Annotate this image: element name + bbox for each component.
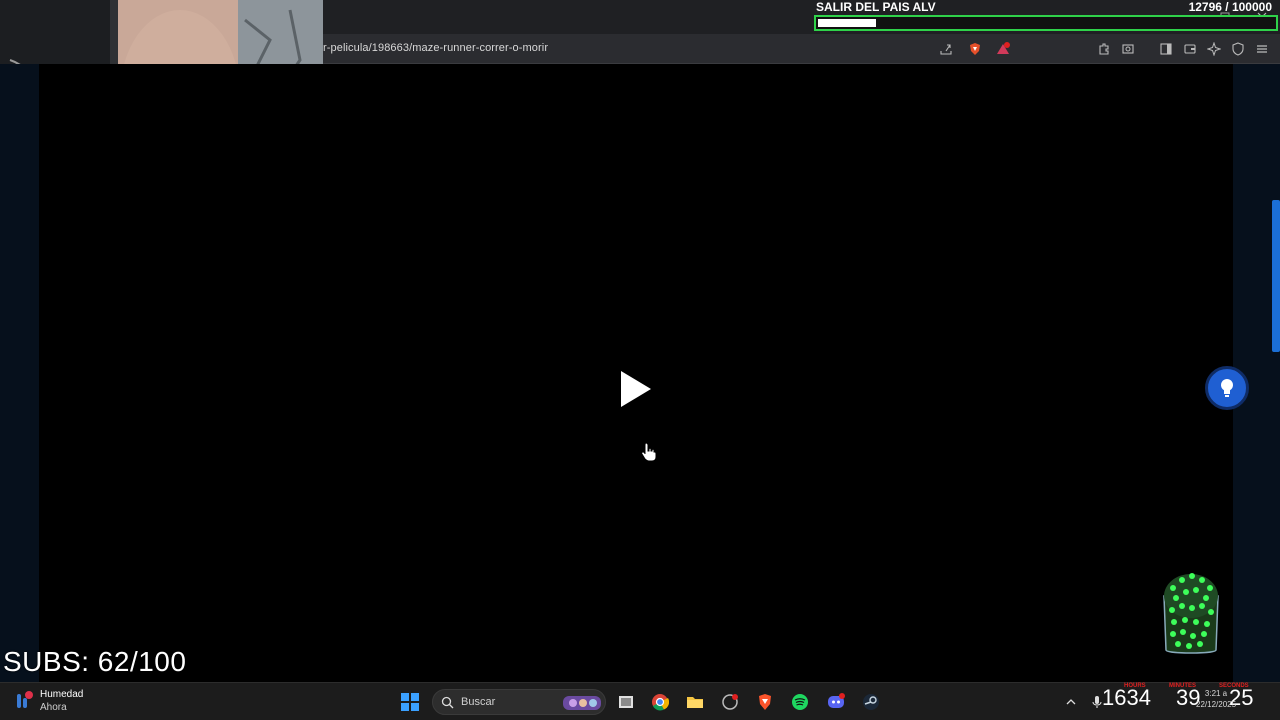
goal-progress-bar bbox=[814, 15, 1278, 31]
taskbar-search[interactable]: Buscar bbox=[432, 689, 606, 715]
weather-subtitle: Ahora bbox=[40, 702, 67, 713]
leo-ai-icon[interactable] bbox=[1205, 40, 1223, 58]
clock-time: 3:21 a bbox=[1204, 689, 1228, 698]
app-with-notification-icon[interactable] bbox=[719, 691, 741, 713]
sidebar-icon[interactable] bbox=[1157, 40, 1175, 58]
share-icon[interactable] bbox=[937, 40, 955, 58]
wallet-icon[interactable] bbox=[1181, 40, 1199, 58]
page-left-margin bbox=[0, 64, 39, 682]
goal-widget: SALIR DEL PAIS ALV 12796 / 100000 bbox=[812, 0, 1280, 32]
chrome-icon[interactable] bbox=[649, 691, 671, 713]
discord-icon[interactable] bbox=[825, 691, 847, 713]
scrollbar-thumb[interactable] bbox=[1272, 200, 1280, 352]
goal-count: 12796 / 100000 bbox=[1189, 0, 1272, 14]
system-clock[interactable]: 3:21 a 22/12/2025 bbox=[1196, 688, 1236, 710]
spotify-icon[interactable] bbox=[789, 691, 811, 713]
brave-shields-icon[interactable] bbox=[966, 40, 984, 58]
screen: r-pelicula/198663/maze-runner-correr-o-m… bbox=[0, 0, 1280, 720]
search-icon bbox=[441, 696, 454, 709]
search-placeholder: Buscar bbox=[461, 696, 496, 708]
brave-browser-icon[interactable] bbox=[754, 691, 776, 713]
file-explorer-icon[interactable] bbox=[684, 691, 706, 713]
popcorn-jar-icon bbox=[1158, 566, 1224, 656]
steam-icon[interactable] bbox=[860, 691, 882, 713]
taskbar: Humedad Ahora Buscar HOURS MINUTES SECON… bbox=[0, 682, 1280, 720]
goal-progress-fill bbox=[818, 19, 876, 27]
humidity-icon bbox=[17, 691, 33, 708]
search-highlight-icon bbox=[563, 696, 601, 710]
clock-date: 22/12/2025 bbox=[1196, 700, 1237, 709]
task-view-icon[interactable] bbox=[615, 691, 637, 713]
goal-current: 12796 bbox=[1188, 0, 1222, 14]
lightbulb-icon bbox=[1221, 379, 1233, 397]
show-hidden-icons-chevron[interactable] bbox=[1060, 691, 1082, 713]
windows-start-icon[interactable] bbox=[399, 691, 421, 713]
address-bar-url[interactable]: r-pelicula/198663/maze-runner-correr-o-m… bbox=[323, 42, 548, 54]
goal-title: SALIR DEL PAIS ALV bbox=[816, 0, 936, 14]
vpn-shield-icon[interactable] bbox=[1229, 40, 1247, 58]
extensions-icon[interactable] bbox=[1095, 40, 1113, 58]
hand-cursor-icon bbox=[641, 442, 657, 462]
goal-target: / 100000 bbox=[1225, 0, 1272, 14]
menu-icon[interactable] bbox=[1253, 40, 1271, 58]
subs-counter: SUBS: 62/100 bbox=[3, 646, 187, 677]
screenshot-icon[interactable] bbox=[1119, 40, 1137, 58]
weather-widget[interactable]: Humedad Ahora bbox=[14, 688, 83, 714]
weather-title: Humedad bbox=[40, 689, 84, 700]
counter-hours: 1634 bbox=[1102, 685, 1151, 710]
lightbulb-button[interactable] bbox=[1205, 366, 1249, 410]
play-button[interactable] bbox=[620, 370, 652, 408]
brave-rewards-icon[interactable] bbox=[994, 40, 1012, 58]
